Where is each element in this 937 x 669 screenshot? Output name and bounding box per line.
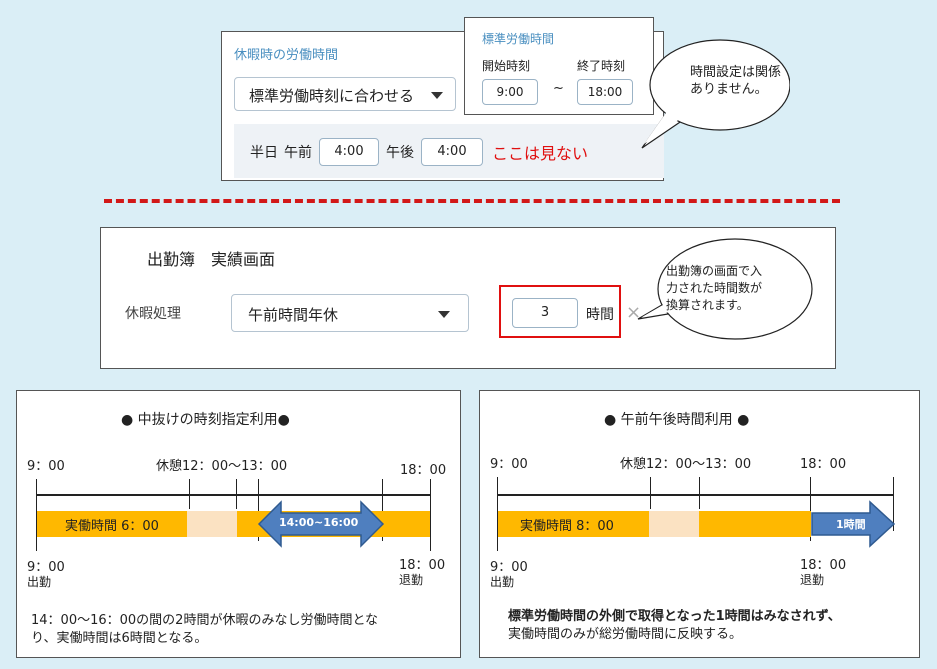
break-bar <box>187 511 237 537</box>
hours-unit: 時間 <box>586 307 614 323</box>
work-bar-label: 実働時間 8：00 <box>520 519 614 534</box>
bottom-end-sub: 退勤 <box>800 573 825 587</box>
am-label: 午前 <box>284 145 312 161</box>
right-note-line2: 実働時間のみが総労働時間に反映する。 <box>508 627 743 642</box>
arrow-label: 14:00~16:00 <box>279 516 359 529</box>
bottom-start-sub: 出勤 <box>27 575 52 589</box>
time-label-start: 9：00 <box>27 459 65 474</box>
tick <box>650 477 651 509</box>
arrow-label: 1時間 <box>836 518 866 531</box>
left-panel-title: ● 中抜けの時刻指定利用● <box>121 412 290 428</box>
time-label-start: 9：00 <box>490 457 528 472</box>
separator-dashed-line <box>104 199 840 203</box>
break-bar <box>649 511 699 537</box>
half-day-label: 半日 <box>250 145 278 161</box>
am-hours-input[interactable]: 4:00 <box>319 138 379 166</box>
bottom-end-sub: 退勤 <box>399 573 424 587</box>
timeline-axis <box>36 494 431 496</box>
chevron-down-icon <box>431 92 443 99</box>
leave-type-value: 午前時間年休 <box>248 306 339 324</box>
time-label-break: 休憩12：00～13：00 <box>620 457 752 472</box>
chevron-down-icon <box>438 311 450 318</box>
bubble2-line3: 換算されます。 <box>666 298 749 312</box>
pm-hours-input[interactable]: 4:00 <box>421 138 483 166</box>
timeline-axis <box>497 494 894 496</box>
work-time-select[interactable]: 標準労働時刻に合わせる <box>234 77 456 111</box>
start-time-input[interactable]: 9:00 <box>482 79 538 105</box>
left-note-line1: 14：00～16：00の間の2時間が休暇のみなし労働時間とな <box>31 613 379 628</box>
bottom-start-sub: 出勤 <box>490 575 515 589</box>
time-label-end: 18：00 <box>800 457 847 472</box>
leave-label: 休暇処理 <box>125 306 181 322</box>
half-day-row: 半日 午前 4:00 午後 4:00 ここは見ない <box>234 124 664 178</box>
bubble2-line1: 出勤簿の画面で入 <box>666 264 763 278</box>
pm-label: 午後 <box>386 145 414 161</box>
work-bar-label: 実働時間 6：00 <box>65 519 159 534</box>
bubble2-line2: 力された時間数が <box>666 281 763 295</box>
tilde: ~ <box>553 81 564 96</box>
tick <box>699 477 700 509</box>
end-label: 終了時刻 <box>577 59 626 73</box>
tick <box>430 479 431 551</box>
left-note-line2: り、実働時間は6時間となる。 <box>31 631 208 646</box>
start-label: 開始時刻 <box>482 59 531 73</box>
bubble1-line2: ありません。 <box>690 82 768 97</box>
tick <box>189 479 190 509</box>
time-label-end: 18：00 <box>400 463 447 478</box>
time-label-break: 休憩12：00～13：00 <box>156 459 288 474</box>
hours-input[interactable]: 3 <box>512 298 578 328</box>
right-timeline-panel: ● 午前午後時間利用 ● 9：00 休憩12：00～13：00 18：00 実働… <box>479 390 920 658</box>
ignore-note: ここは見ない <box>492 144 589 163</box>
right-note-line1: 標準労働時間の外側で取得となった1時間はみなされず、 <box>508 609 841 624</box>
leave-type-select[interactable]: 午前時間年休 <box>231 294 469 332</box>
right-panel-title: ● 午前午後時間利用 ● <box>604 412 750 428</box>
popup-title: 標準労働時間 <box>482 32 555 46</box>
work-bar <box>699 511 811 537</box>
attendance-title: 出勤簿 実績画面 <box>147 250 276 269</box>
panel-title: 休暇時の労働時間 <box>234 48 339 63</box>
select-value: 標準労働時刻に合わせる <box>249 87 415 105</box>
left-timeline-panel: ● 中抜けの時刻指定利用● 9：00 休憩12：00～13：00 18：00 実… <box>16 390 461 658</box>
tick <box>236 479 237 509</box>
